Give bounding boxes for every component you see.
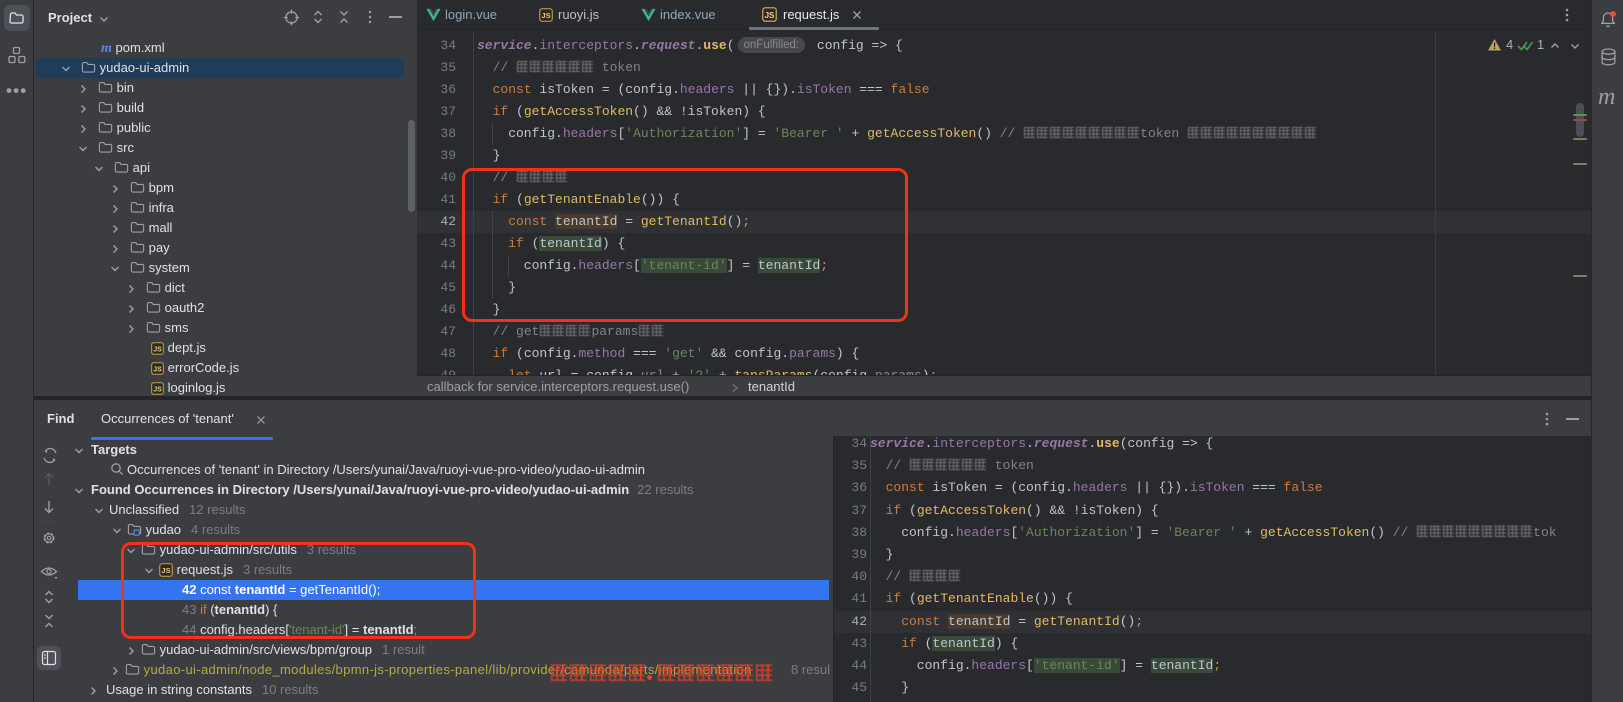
svg-text:JS: JS [541,11,550,20]
svg-text:JS: JS [153,346,162,353]
svg-text:JS: JS [153,386,162,393]
svg-text:JS: JS [153,366,162,373]
svg-text:JS: JS [765,11,775,20]
